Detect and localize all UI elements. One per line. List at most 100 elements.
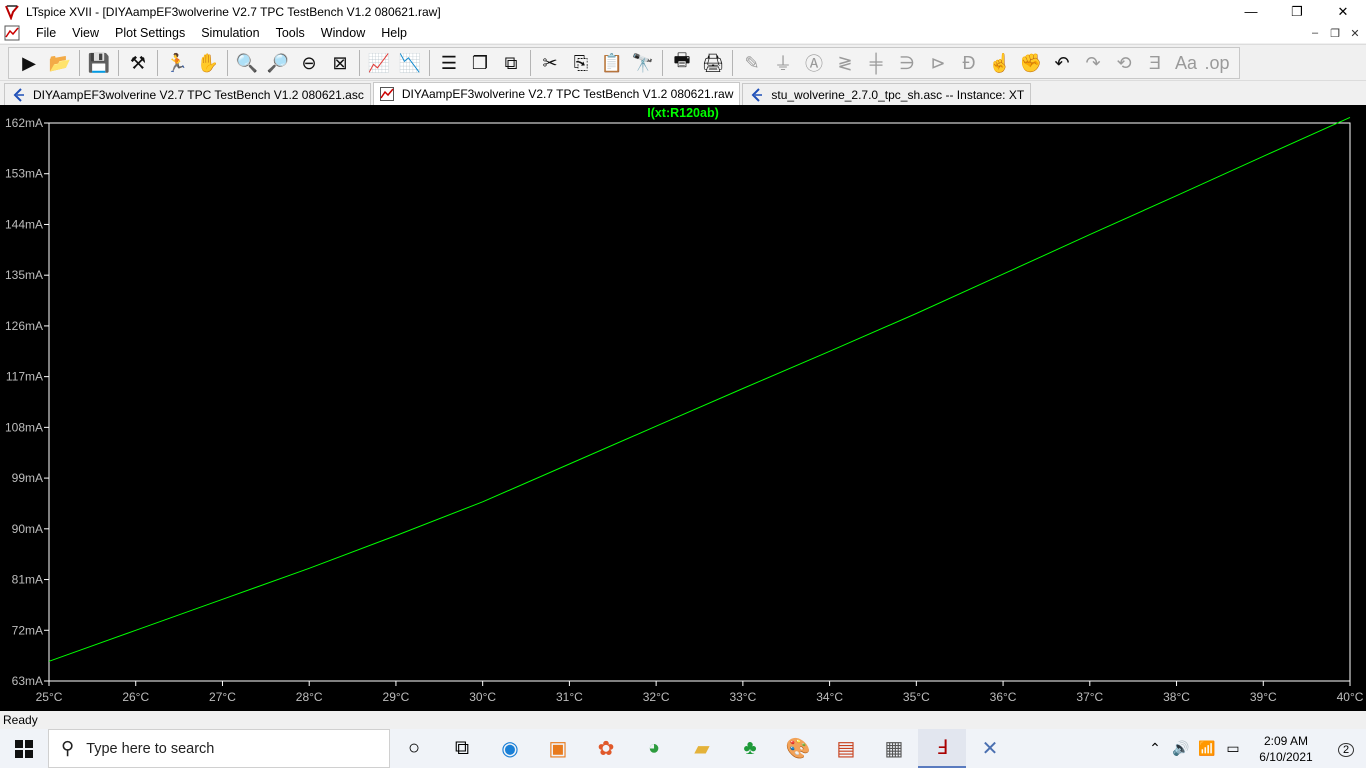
app-green-icon[interactable]: ♣ — [726, 729, 774, 768]
toolbar-separator — [157, 50, 158, 76]
x-tick-label: 29°C — [383, 690, 410, 704]
tile-horizontal-icon[interactable]: ☰ — [435, 49, 463, 77]
clock[interactable]: 2:09 AM 6/10/2021 — [1246, 733, 1326, 765]
series-line — [48, 116, 1351, 662]
toolbar: ▶ 📂 💾 ⚒ 🏃 ✋ 🔍 🔎 ⊖ ⊠ 📈 📉 ☰ ❐ ⧉ ✂ ⎘ 📋 🔭 🖶 … — [0, 44, 1366, 81]
menu-file[interactable]: File — [28, 26, 64, 40]
copy-icon[interactable]: ⎘ — [567, 49, 595, 77]
edge-browser-icon[interactable]: ◉ — [486, 729, 534, 768]
window-title: LTspice XVII - [DIYAampEF3wolverine V2.7… — [26, 4, 441, 19]
document-icon[interactable] — [4, 25, 20, 41]
toolbar-separator — [118, 50, 119, 76]
task-view-icon[interactable]: ⧉ — [438, 729, 486, 768]
xp-app-icon[interactable]: ✕ — [966, 729, 1014, 768]
tab-label: stu_wolverine_2.7.0_tpc_sh.asc -- Instan… — [771, 87, 1025, 102]
text-icon[interactable]: Aa — [1172, 49, 1200, 77]
resistor-icon[interactable]: ≷ — [831, 49, 859, 77]
control-panel-hammer-icon[interactable]: ⚒ — [124, 49, 152, 77]
start-button[interactable] — [0, 729, 48, 768]
paint-icon[interactable]: 🎨 — [774, 729, 822, 768]
maximize-button[interactable]: ❐ — [1274, 0, 1320, 23]
x-tick-label: 26°C — [122, 690, 149, 704]
menu-tools[interactable]: Tools — [268, 26, 313, 40]
x-tick-label: 31°C — [556, 690, 583, 704]
notification-center-icon[interactable]: 2 — [1326, 740, 1366, 758]
calculator-icon[interactable]: ▦ — [870, 729, 918, 768]
x-tick-label: 32°C — [643, 690, 670, 704]
capacitor-icon[interactable]: ╪ — [862, 49, 890, 77]
file-explorer-icon[interactable]: ▰ — [678, 729, 726, 768]
autorange-x-icon[interactable]: 📉 — [396, 49, 424, 77]
media-player-icon[interactable]: ▣ — [534, 729, 582, 768]
menu-view[interactable]: View — [64, 26, 107, 40]
zoom-in-icon[interactable]: 🔍 — [233, 49, 261, 77]
cut-icon[interactable]: ✂ — [536, 49, 564, 77]
spice-directive-icon[interactable]: .op — [1203, 49, 1231, 77]
tab-schematic[interactable]: DIYAampEF3wolverine V2.7 TPC TestBench V… — [4, 83, 371, 105]
zoom-out-icon[interactable]: ⊖ — [295, 49, 323, 77]
mdi-close-button[interactable]: ✕ — [1346, 25, 1364, 41]
schematic-icon — [751, 87, 763, 102]
toolbar-separator — [429, 50, 430, 76]
tab-subcircuit[interactable]: stu_wolverine_2.7.0_tpc_sh.asc -- Instan… — [742, 83, 1032, 105]
ltspice-taskbar-icon[interactable]: Ⅎ — [918, 729, 966, 768]
y-tick-label: 144mA — [5, 217, 43, 231]
drag-hand-icon[interactable]: ✊ — [1017, 49, 1045, 77]
menu-window[interactable]: Window — [313, 26, 373, 40]
wifi-icon[interactable]: 📶 — [1195, 740, 1219, 757]
move-hand-icon[interactable]: ☝ — [986, 49, 1014, 77]
menu-plot-settings[interactable]: Plot Settings — [107, 26, 193, 40]
x-tick-label: 33°C — [729, 690, 756, 704]
print-setup-icon[interactable]: 🖨 — [699, 49, 727, 77]
y-tick-label: 162mA — [5, 116, 43, 130]
inductor-icon[interactable]: ∋ — [893, 49, 921, 77]
label-net-icon[interactable]: Ⓐ — [800, 49, 828, 77]
minimize-button[interactable]: — — [1228, 0, 1274, 23]
y-tick-label: 99mA — [12, 471, 43, 485]
rotate-icon[interactable]: ⟲ — [1110, 49, 1138, 77]
tile-vertical-icon[interactable]: ⧉ — [497, 49, 525, 77]
taskbar-search[interactable]: ⚲ Type here to search — [48, 729, 390, 768]
close-button[interactable]: ✕ — [1320, 0, 1366, 23]
menu-help[interactable]: Help — [373, 26, 415, 40]
zoom-pan-icon[interactable]: 🔎 — [264, 49, 292, 77]
chevron-up-icon[interactable]: ⌃ — [1143, 740, 1167, 757]
x-tick-label: 35°C — [903, 690, 930, 704]
find-binoculars-icon[interactable]: 🔭 — [629, 49, 657, 77]
y-tick-label: 117mA — [6, 370, 43, 384]
diode-icon[interactable]: ⊳ — [924, 49, 952, 77]
new-schematic-icon[interactable]: ▶ — [15, 49, 43, 77]
ground-icon[interactable]: ⏚ — [769, 49, 797, 77]
component-icon[interactable]: Ð — [955, 49, 983, 77]
run-icon[interactable]: 🏃 — [163, 49, 191, 77]
autorange-y-icon[interactable]: 📈 — [365, 49, 393, 77]
toolbar-separator — [662, 50, 663, 76]
paint-3d-icon[interactable]: ✿ — [582, 729, 630, 768]
x-tick-label: 37°C — [1076, 690, 1103, 704]
waveform-plot[interactable]: I(xt:R120ab) 162mA 153mA 144mA 135mA 126mA 11… — [0, 105, 1366, 711]
cascade-windows-icon[interactable]: ❐ — [466, 49, 494, 77]
y-tick-label: 63mA — [12, 674, 43, 688]
open-folder-icon[interactable]: 📂 — [46, 49, 74, 77]
volume-icon[interactable]: 🔊 — [1169, 740, 1193, 757]
menu-simulation[interactable]: Simulation — [193, 26, 267, 40]
undo-icon[interactable]: ↶ — [1048, 49, 1076, 77]
tab-waveform[interactable]: DIYAampEF3wolverine V2.7 TPC TestBench V… — [372, 82, 741, 105]
halt-hand-icon[interactable]: ✋ — [194, 49, 222, 77]
print-icon[interactable]: 🖶 — [668, 49, 696, 77]
redo-icon[interactable]: ↷ — [1079, 49, 1107, 77]
y-tick-label: 135mA — [5, 268, 43, 282]
zoom-fit-icon[interactable]: ⊠ — [326, 49, 354, 77]
powerpoint-icon[interactable]: ▤ — [822, 729, 870, 768]
cortana-icon[interactable]: ○ — [390, 729, 438, 768]
chrome-icon[interactable]: ◕ — [630, 729, 678, 768]
mdi-restore-button[interactable]: ❐ — [1326, 25, 1344, 41]
clock-date: 6/10/2021 — [1259, 749, 1313, 764]
mdi-minimize-button[interactable]: – — [1306, 25, 1324, 41]
save-icon[interactable]: 💾 — [85, 49, 113, 77]
mirror-icon[interactable]: Ǝ — [1141, 49, 1169, 77]
title-bar: LTspice XVII - [DIYAampEF3wolverine V2.7… — [0, 0, 1366, 23]
battery-icon[interactable]: ▭ — [1221, 740, 1245, 757]
paste-icon[interactable]: 📋 — [598, 49, 626, 77]
draw-wire-icon[interactable]: ✎ — [738, 49, 766, 77]
